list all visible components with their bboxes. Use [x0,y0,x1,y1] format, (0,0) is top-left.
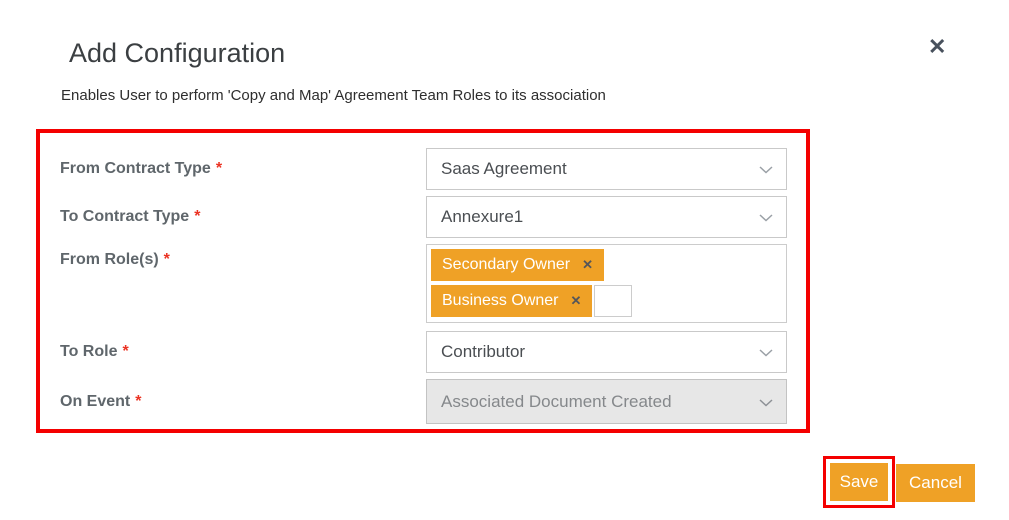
field-label-on-event: On Event * [60,393,426,411]
tag-label: Business Owner [442,292,559,309]
tag-row: Secondary Owner ✕ [431,249,782,281]
on-event-select-disabled: Associated Document Created [426,379,787,424]
to-role-select[interactable]: Contributor [426,331,787,373]
field-label-from-contract-type: From Contract Type * [60,160,426,178]
form-row-to-role: To Role * Contributor [60,331,787,373]
cancel-button[interactable]: Cancel [896,464,975,502]
field-label-from-roles: From Role(s) * [60,244,426,269]
selected-role-tag: Business Owner ✕ [431,285,593,317]
required-asterisk: * [215,160,223,177]
dialog-subtitle: Enables User to perform 'Copy and Map' A… [61,87,606,104]
chevron-down-icon [759,166,773,174]
required-asterisk: * [135,392,142,410]
from-contract-type-select[interactable]: Saas Agreement [426,148,787,190]
required-asterisk: * [163,251,170,268]
from-roles-multiselect[interactable]: Secondary Owner ✕ Business Owner ✕ [426,244,787,323]
configuration-form: From Contract Type * Saas Agreement To Co… [40,133,806,430]
chevron-down-icon [759,349,773,357]
remove-tag-icon[interactable]: ✕ [571,293,582,309]
form-row-to-contract-type: To Contract Type * Annexure1 [60,196,787,238]
field-label-to-contract-type: To Contract Type * [60,208,426,226]
multiselect-text-input[interactable] [594,285,633,317]
field-label-to-role: To Role * [60,343,426,361]
to-contract-type-select[interactable]: Annexure1 [426,196,787,238]
field-label-text: To Role [60,343,118,360]
selected-value: Associated Document Created [441,391,672,411]
tag-label: Secondary Owner [442,256,571,273]
selected-role-tag: Secondary Owner ✕ [431,249,604,281]
field-label-text: To Contract Type [60,208,190,225]
close-icon[interactable]: ✕ [928,36,946,58]
form-row-from-contract-type: From Contract Type * Saas Agreement [60,148,787,190]
required-asterisk: * [122,343,129,360]
field-label-text: From Contract Type [60,160,211,177]
selected-value: Contributor [441,342,526,361]
form-row-on-event: On Event * Associated Document Created [60,379,787,424]
dialog-title: Add Configuration [69,38,286,68]
dialog-footer: Save Cancel [823,456,975,508]
selected-value: Saas Agreement [441,159,567,178]
form-row-from-roles: From Role(s) * Secondary Owner ✕ Business… [60,244,787,323]
chevron-down-icon [759,214,773,222]
field-label-text: On Event [60,392,131,410]
chevron-down-icon [759,398,773,407]
save-button[interactable]: Save [830,463,888,501]
selected-value: Annexure1 [441,207,524,226]
field-label-text: From Role(s) [60,251,159,268]
tag-row: Business Owner ✕ [431,285,782,317]
save-highlight-box: Save [823,456,895,508]
remove-tag-icon[interactable]: ✕ [582,257,593,273]
required-asterisk: * [194,208,201,225]
